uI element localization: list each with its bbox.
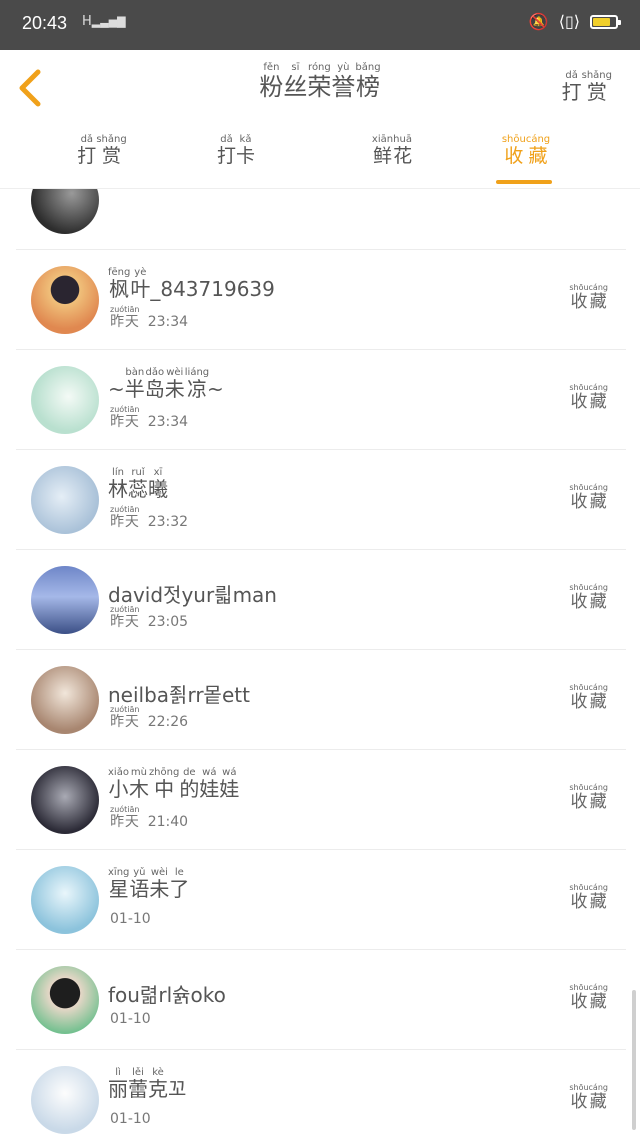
scrollbar[interactable] <box>632 990 636 1130</box>
avatar[interactable] <box>31 566 99 634</box>
avatar[interactable] <box>31 189 99 234</box>
collect-label: 收shōu藏cáng <box>569 983 608 1012</box>
reward-button[interactable]: 打dǎ赏shǎng <box>562 70 612 105</box>
tab-1[interactable]: 打dǎ卡kǎ <box>196 134 276 168</box>
user-name: ~半bàn岛dǎo未wèi凉liáng~ <box>108 367 224 401</box>
tab-bar: 打dǎ赏shǎng 打dǎ卡kǎ 鲜xiān花huā 收shōu藏cáng <box>0 126 640 189</box>
user-name: 小xiǎo木mù中zhōng的de娃wá娃wá <box>108 767 240 801</box>
tab-3[interactable]: 收shōu藏cáng <box>486 134 566 168</box>
user-name: 枫fēng叶yè_843719639 <box>108 267 275 301</box>
list-item[interactable]: 洛雨卿昨zuó天tiān 23:38收shōu藏cáng <box>16 189 626 250</box>
avatar[interactable] <box>31 766 99 834</box>
timestamp: 昨zuó天tiān 23:32 <box>110 505 189 530</box>
vibrate-off-icon: 🔕 <box>528 12 549 31</box>
list-item[interactable]: 林lín蕊ruǐ曦xī 昨zuó天tiān 23:32 收shōu藏cáng <box>16 449 626 550</box>
timestamp: 昨zuó天tiān 21:40 <box>110 805 189 830</box>
user-name: 星xīng语yǔ未wèi了le <box>108 867 190 901</box>
fan-list: 洛雨卿昨zuó天tiān 23:38收shōu藏cáng枫fēng叶yè_843… <box>0 189 640 1138</box>
avatar[interactable] <box>31 266 99 334</box>
avatar[interactable] <box>31 1066 99 1134</box>
timestamp: 昨zuó天tiān 22:26 <box>110 705 189 730</box>
list-item[interactable]: ~半bàn岛dǎo未wèi凉liáng~ 昨zuó天tiān 23:34 收shōu… <box>16 349 626 450</box>
timestamp: 01-10 <box>110 1011 151 1027</box>
timestamp: 昨zuó天tiān 23:34 <box>110 305 189 330</box>
timestamp: 昨zuó天tiān 23:05 <box>110 605 189 630</box>
avatar[interactable] <box>31 466 99 534</box>
status-bar: 20:43 H▂▃▅▇ 🔕 ⟨▯⟩ <box>0 0 640 50</box>
avatar[interactable] <box>31 666 99 734</box>
avatar[interactable] <box>31 866 99 934</box>
timestamp: 01-10 <box>110 911 151 927</box>
list-item[interactable]: david젓yur릛man 昨zuó天tiān 23:05 收shōu藏cáng <box>16 549 626 650</box>
avatar[interactable] <box>31 366 99 434</box>
list-item[interactable]: 星xīng语yǔ未wèi了le 01-10 收shōu藏cáng <box>16 849 626 950</box>
collect-label: 收shōu藏cáng <box>569 783 608 812</box>
timestamp: 01-10 <box>110 1111 151 1127</box>
timestamp: 昨zuó天tiān 23:38 <box>110 189 188 191</box>
signal-icon: H▂▃▅▇ <box>82 14 126 29</box>
list-item[interactable]: 枫fēng叶yè_843719639 昨zuó天tiān 23:34 收shōu藏c… <box>16 249 626 350</box>
user-name: david젓yur릛man <box>108 583 277 607</box>
page-title: 粉fěn丝sī荣róng誉yù榜bǎng <box>259 62 381 101</box>
user-name: 丽lì蕾lěi克kè꼬 <box>108 1067 187 1101</box>
user-name: neilba죍rr뫁ett <box>108 683 250 707</box>
collect-label: 收shōu藏cáng <box>569 383 608 412</box>
collect-label: 收shōu藏cáng <box>569 683 608 712</box>
rotate-lock-icon: ⟨▯⟩ <box>558 12 580 31</box>
user-name: 林lín蕊ruǐ曦xī <box>108 467 168 501</box>
tab-0[interactable]: 打dǎ赏shǎng <box>62 134 142 168</box>
list-item[interactable]: fou렮rl슑oko 01-10 收shōu藏cáng <box>16 949 626 1050</box>
battery-icon <box>590 14 621 29</box>
user-name: fou렮rl슑oko <box>108 983 226 1007</box>
list-item[interactable]: 小xiǎo木mù中zhōng的de娃wá娃wá 昨zuó天tiān 21:40 收s… <box>16 749 626 850</box>
collect-label: 收shōu藏cáng <box>569 483 608 512</box>
collect-label: 收shōu藏cáng <box>569 583 608 612</box>
timestamp: 昨zuó天tiān 23:34 <box>110 405 189 430</box>
list-item[interactable]: 丽lì蕾lěi克kè꼬 01-10 收shōu藏cáng <box>16 1049 626 1138</box>
active-tab-indicator <box>496 180 552 184</box>
tab-2[interactable]: 鲜xiān花huā <box>352 134 432 168</box>
avatar[interactable] <box>31 966 99 1034</box>
status-time: 20:43 <box>22 13 68 33</box>
collect-label: 收shōu藏cáng <box>569 1083 608 1112</box>
collect-label: 收shōu藏cáng <box>569 883 608 912</box>
status-right: 🔕 ⟨▯⟩ <box>528 12 621 31</box>
collect-label: 收shōu藏cáng <box>569 283 608 312</box>
list-item[interactable]: neilba죍rr뫁ett 昨zuó天tiān 22:26 收shōu藏cáng <box>16 649 626 750</box>
navigation-bar: 粉fěn丝sī荣róng誉yù榜bǎng 打dǎ赏shǎng <box>0 50 640 127</box>
